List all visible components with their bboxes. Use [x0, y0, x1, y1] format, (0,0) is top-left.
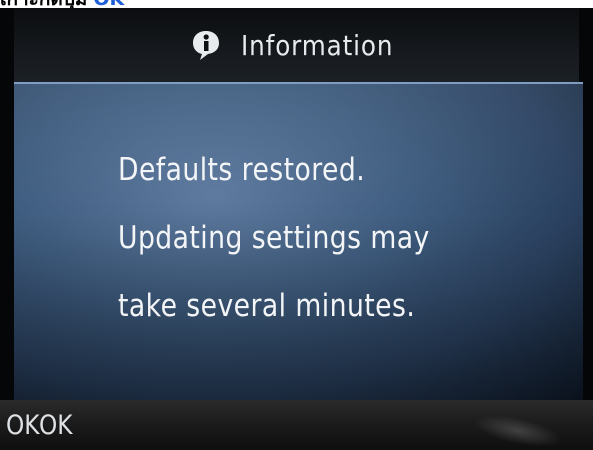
page-root: เกาะกดปุมOK Information Defaults restore…: [0, 0, 593, 450]
message-panel: Defaults restored. Updating settings may…: [14, 82, 583, 402]
message-line-2: Updating settings may: [118, 220, 430, 256]
message-line-1: Defaults restored.: [118, 152, 366, 188]
dialog-title: Information: [240, 28, 394, 62]
message-line-3: take several minutes.: [118, 288, 416, 324]
info-icon: [189, 28, 223, 62]
title-group: Information: [189, 28, 414, 62]
lcd-screen: Information Defaults restored. Updating …: [0, 8, 593, 450]
ok-key-label[interactable]: OK: [39, 410, 73, 441]
dialog-titlebar: Information: [14, 8, 579, 82]
ok-key-tag[interactable]: OK: [6, 410, 40, 441]
